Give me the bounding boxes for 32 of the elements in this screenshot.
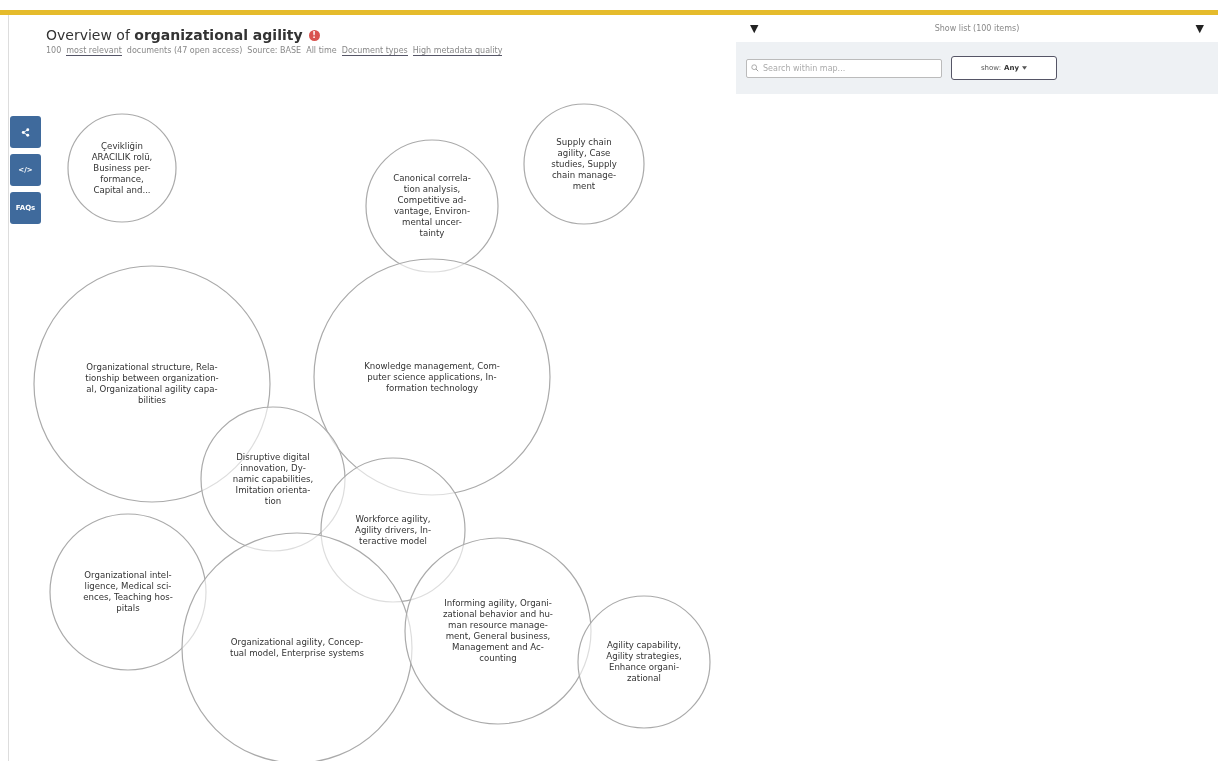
- dropdown-arrow-icon[interactable]: ▼: [1195, 22, 1204, 35]
- filter-link[interactable]: Document types: [341, 46, 408, 56]
- dropdown-arrow-icon[interactable]: ▼: [750, 22, 759, 35]
- filter-link[interactable]: High metadata quality: [412, 46, 503, 56]
- share-icon: [21, 127, 30, 137]
- topic-bubble[interactable]: [313, 258, 551, 496]
- bubble-label: Workforce agility, Agility drivers, In- teractive model: [354, 513, 432, 547]
- summary-text: documents (47 open access): [126, 46, 243, 56]
- filter-link[interactable]: most relevant: [66, 46, 122, 56]
- bubble-label: Organizational structure, Rela- tionship between organization- al, Organizational agility capa- bilities: [84, 362, 220, 406]
- bubble-label: Supply chain agility, Case studies, Supply chain manage- ment: [550, 136, 618, 192]
- summary-text: 100: [46, 46, 62, 56]
- bubble-label: Organizational agility, Concep- tual model, Enterprise systems: [229, 637, 365, 659]
- bubble-label: Canonical correla- tion analysis, Competitive ad- vantage, Environ- mental uncer- tainty: [392, 173, 472, 239]
- bubble-label: Knowledge management, Com- puter science applications, In- formation technology: [363, 360, 501, 394]
- share-button[interactable]: [10, 116, 41, 148]
- bubble-label: Çevikliğin ARACILIK rolü, Business per- formance, Capital and...: [90, 140, 154, 196]
- bubble-label: Disruptive digital innovation, Dy- namic capabilities, Imitation orienta- tion: [231, 451, 315, 507]
- show-list-toggle[interactable]: Show list (100 items): [934, 24, 1020, 33]
- bubble-label: Informing agility, Organi- zational behavior and hu- man resource manage- ment, General business, Management and Ac- counting: [442, 598, 554, 664]
- topic-bubble[interactable]: [523, 103, 645, 225]
- bubble-label: Organizational intel- ligence, Medical sci- ences, Teaching hos- pitals: [82, 570, 174, 614]
- summary-text: Source: BASE: [247, 46, 302, 56]
- caret-icon: [1022, 66, 1027, 70]
- map-title: Overview of organizational agility: [46, 27, 303, 43]
- topic-bubble[interactable]: [49, 513, 207, 671]
- bubble-label: Agility capability, Agility strategies, Enhance organi- zational: [605, 640, 683, 684]
- topic-bubble[interactable]: [577, 595, 711, 729]
- info-badge[interactable]: !: [308, 29, 320, 41]
- search-field[interactable]: Search within map...: [746, 58, 942, 78]
- summary-text: All time: [306, 46, 337, 56]
- topic-bubble[interactable]: [67, 113, 177, 223]
